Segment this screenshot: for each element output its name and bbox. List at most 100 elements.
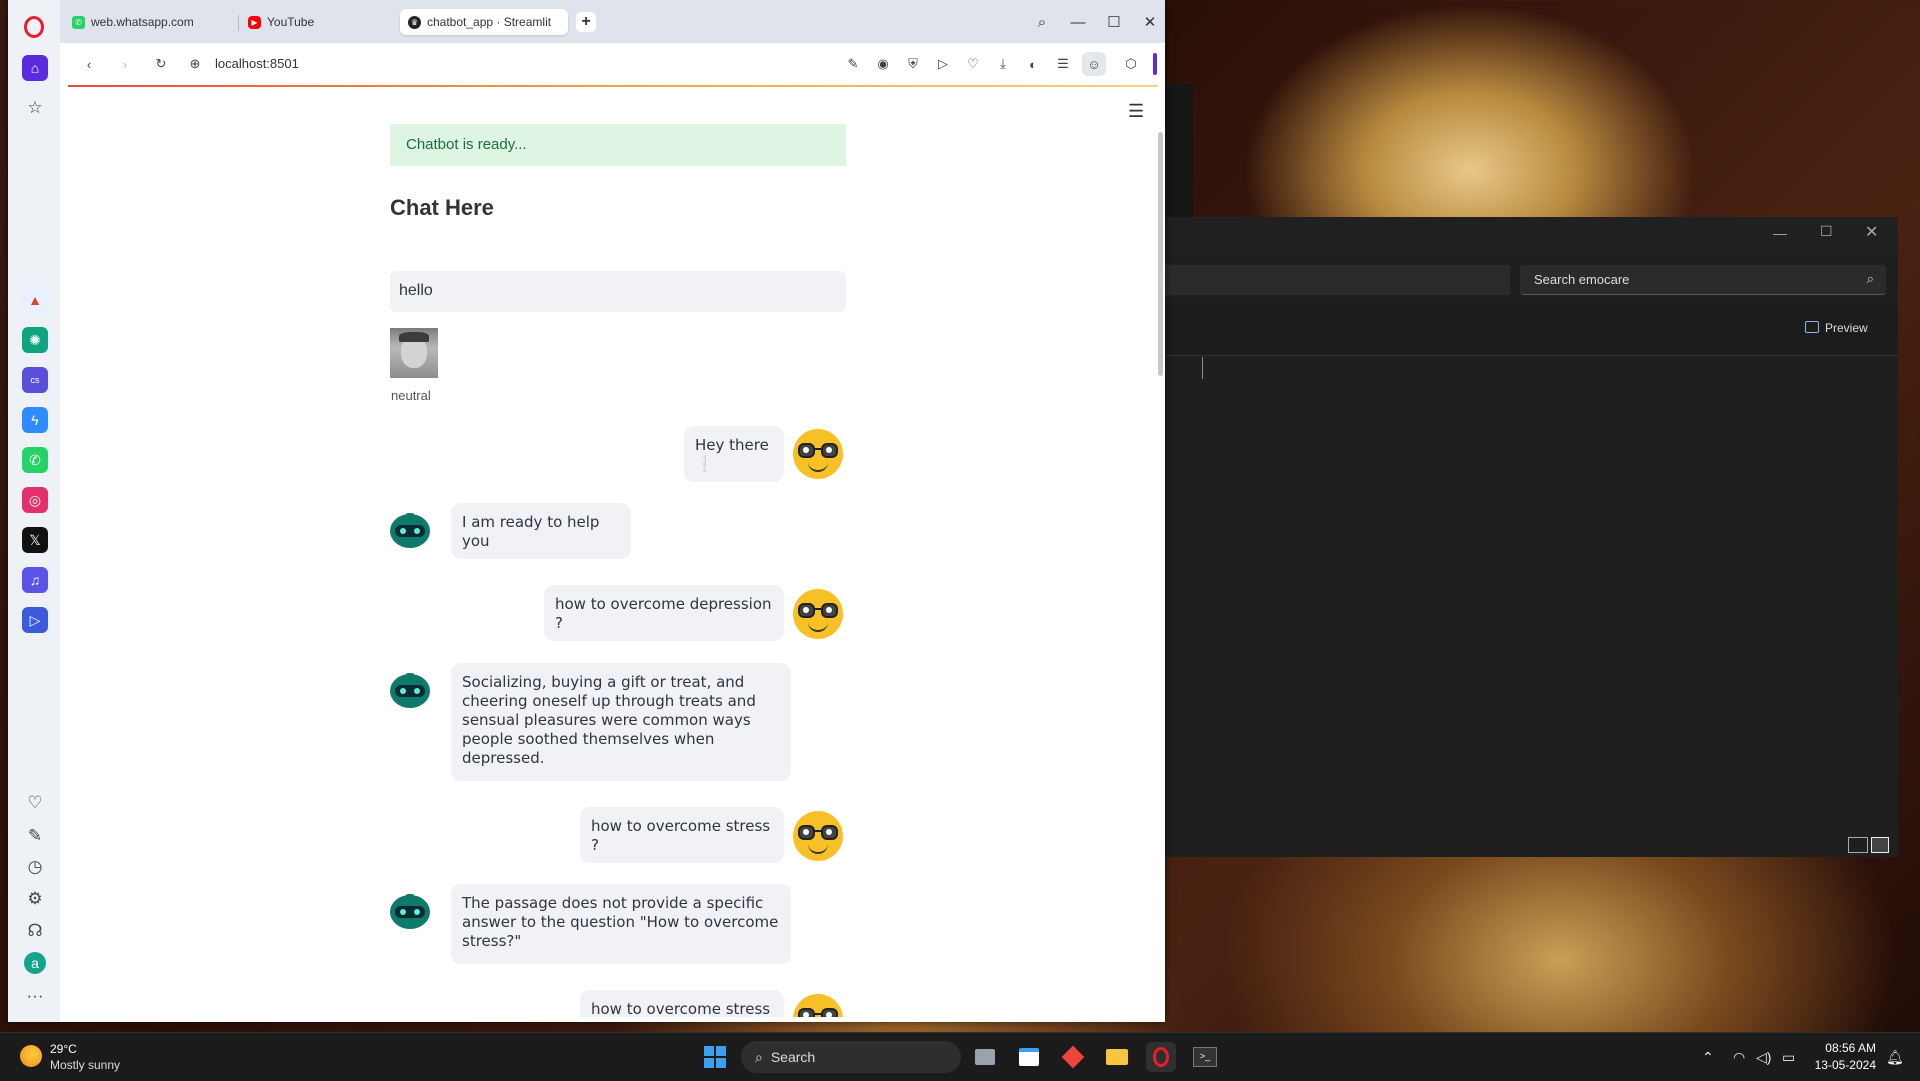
preview-label: Preview	[1825, 321, 1868, 335]
volume-icon[interactable]: ◁)	[1756, 1049, 1771, 1066]
store-icon[interactable]	[1014, 1042, 1044, 1072]
wifi-icon[interactable]: ◠	[1733, 1049, 1745, 1066]
hamburger-menu-icon[interactable]: ☰	[1128, 101, 1144, 122]
send-icon[interactable]: ▷	[934, 55, 952, 73]
address-path[interactable]	[1165, 265, 1510, 295]
whatsapp-icon: ✆	[72, 15, 85, 29]
task-view-icon[interactable]	[970, 1042, 1000, 1072]
weather-temp[interactable]: 29°C	[50, 1042, 77, 1056]
smile-shape	[808, 844, 828, 854]
more-icon[interactable]: ···	[24, 985, 46, 1007]
tab-whatsapp[interactable]: ✆ web.whatsapp.com	[64, 9, 234, 35]
glasses-icon	[798, 825, 838, 840]
status-alert: Chatbot is ready...	[390, 124, 846, 166]
notification-bell-icon[interactable]: 🔔︎	[1886, 1049, 1904, 1066]
bot-avatar-icon	[390, 513, 430, 548]
account-icon[interactable]: a	[24, 952, 46, 974]
x-icon[interactable]: 𝕏	[22, 527, 48, 553]
tips-icon[interactable]: ☊	[24, 920, 46, 942]
preview-button[interactable]: Preview	[1805, 321, 1868, 335]
bot-message: The passage does not provide a specific …	[451, 884, 791, 964]
profile-icon[interactable]: ☺	[1082, 52, 1106, 76]
maximize-icon[interactable]: ☐	[1820, 223, 1833, 240]
user-message: how to overcome stress ?	[580, 990, 784, 1017]
new-tab-button[interactable]: +	[576, 12, 596, 32]
bot-message: Socializing, buying a gift or treat, and…	[451, 663, 791, 781]
clock-time[interactable]: 08:56 AM	[1820, 1041, 1876, 1055]
back-icon[interactable]: ‹	[80, 55, 98, 73]
site-info-icon[interactable]: ⊕	[186, 55, 204, 73]
extensions-icon[interactable]: ⬡	[1122, 55, 1140, 73]
close-icon[interactable]: ✕	[1138, 10, 1162, 34]
page-scrollbar[interactable]	[1158, 132, 1163, 376]
clock-date[interactable]: 13-05-2024	[1808, 1058, 1876, 1072]
speed-dial-icon[interactable]: ☆	[24, 97, 46, 119]
streamlit-page: ☰ Chatbot is ready... Chat Here hello ne…	[68, 87, 1161, 1017]
heart-icon[interactable]: ♡	[24, 792, 46, 814]
anydesk-icon[interactable]	[1058, 1042, 1088, 1072]
messenger-icon[interactable]: ϟ	[22, 407, 48, 433]
edit-icon[interactable]: ✎	[844, 55, 862, 73]
user-avatar-icon	[793, 811, 843, 861]
player-icon[interactable]: ▷	[22, 607, 48, 633]
tab-youtube[interactable]: ▶ YouTube	[240, 9, 390, 35]
streamlit-icon: ♛	[408, 15, 421, 29]
heart-icon[interactable]: ♡	[964, 55, 982, 73]
opera-logo-icon[interactable]	[24, 16, 44, 38]
pinboard-icon[interactable]: ✎	[24, 825, 46, 847]
user-message: Hey there ❕	[684, 426, 784, 482]
show-hidden-icons-icon[interactable]: ⌃	[1702, 1049, 1714, 1066]
chatgpt-icon[interactable]: ✺	[22, 327, 48, 353]
reload-icon[interactable]: ↻	[152, 55, 170, 73]
close-icon[interactable]: ✕	[1865, 222, 1878, 242]
search-icon: ⌕	[1866, 271, 1874, 286]
search-input[interactable]: Search emocare ⌕	[1520, 265, 1886, 295]
history-icon[interactable]: ◷	[24, 856, 46, 878]
aria-icon[interactable]: ▲	[22, 287, 48, 313]
tiles-view-icon[interactable]	[1871, 837, 1889, 853]
search-label: Search	[770, 1049, 816, 1065]
battery-icon[interactable]: ▭	[1782, 1049, 1795, 1066]
shield-icon[interactable]: ⛨	[904, 55, 922, 73]
user-avatar-icon	[793, 589, 843, 639]
taskbar-search[interactable]: ⌕ Search	[741, 1041, 961, 1073]
whatsapp-icon[interactable]: ✆	[22, 447, 48, 473]
tab-streamlit[interactable]: ♛ chatbot_app · Streamlit	[400, 9, 568, 35]
minimize-icon[interactable]: —	[1773, 225, 1787, 241]
smile-shape	[808, 462, 828, 472]
url-field[interactable]: localhost:8501	[215, 56, 299, 71]
snapshot-icon[interactable]: ◉	[874, 55, 892, 73]
windows-start-icon[interactable]	[700, 1042, 730, 1072]
settings-icon[interactable]: ⚙	[24, 888, 46, 910]
music-icon[interactable]: ♫	[22, 567, 48, 593]
address-bar: ‹ › ↻ ⊕ localhost:8501 ✎ ◉ ⛨ ▷ ♡ ⤓ ◐ ☰ ☺…	[66, 43, 1161, 84]
instagram-icon[interactable]: ◎	[22, 487, 48, 513]
explorer-window: — ☐ ✕ Search emocare ⌕ Preview	[1165, 217, 1898, 857]
bot-avatar-icon	[390, 673, 430, 708]
tab-label: web.whatsapp.com	[91, 15, 194, 29]
user-message: how to overcome stress ?	[580, 807, 784, 863]
home-icon[interactable]: ⌂	[22, 55, 48, 81]
taskbar: 29°C Mostly sunny ⌕ Search >_ ⌃ ◠ ◁) ▭ 08…	[0, 1032, 1920, 1081]
download-icon[interactable]: ⤓	[994, 55, 1012, 73]
search-tabs-icon[interactable]: ⌕	[1030, 10, 1054, 34]
emotion-label: neutral	[391, 388, 431, 403]
chatsonic-icon[interactable]: cs	[22, 367, 48, 393]
tab-label: YouTube	[267, 15, 315, 29]
chat-input[interactable]: hello	[390, 271, 846, 312]
file-explorer-icon[interactable]	[1102, 1042, 1132, 1072]
browser-sidebar: ⌂ ☆ ▲ ✺ cs ϟ ✆ ◎ 𝕏 ♫ ▷ ♡ ✎ ◷ ⚙ ☊ a ···	[8, 0, 60, 1022]
forward-icon[interactable]: ›	[116, 55, 134, 73]
easy-setup-icon[interactable]: ◐	[1024, 55, 1042, 73]
weather-desc[interactable]: Mostly sunny	[50, 1058, 120, 1072]
maximize-icon[interactable]: ☐	[1102, 10, 1126, 34]
search-icon: ⌕	[755, 1049, 763, 1065]
menu-lines-icon[interactable]: ☰	[1054, 55, 1072, 73]
youtube-icon: ▶	[248, 15, 261, 29]
terminal-icon[interactable]: >_	[1190, 1042, 1220, 1072]
tab-label: chatbot_app · Streamlit	[427, 15, 552, 29]
details-view-icon[interactable]	[1848, 837, 1868, 853]
minimize-icon[interactable]: —	[1066, 10, 1090, 34]
weather-icon[interactable]	[20, 1045, 42, 1067]
opera-taskbar-icon[interactable]	[1146, 1042, 1176, 1072]
